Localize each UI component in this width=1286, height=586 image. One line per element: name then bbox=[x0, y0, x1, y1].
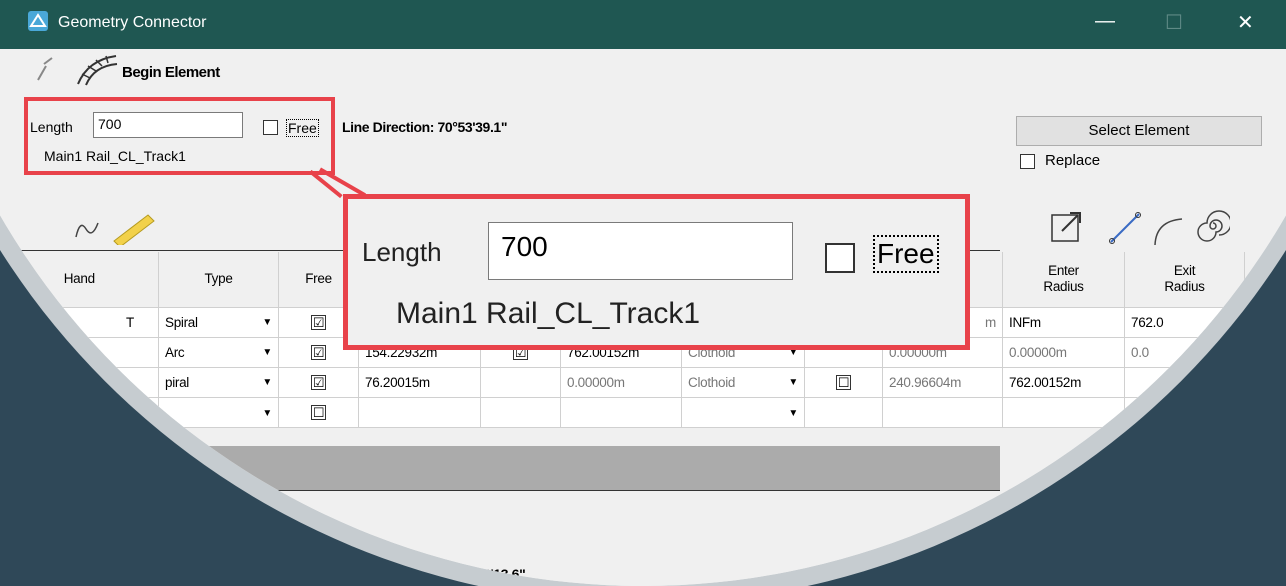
line-direction: Line Direction: 70°53'39.1" bbox=[342, 119, 508, 135]
col-enter-radius: Enter Radius bbox=[1002, 252, 1125, 307]
title-bar: Geometry Connector — ☐ ✕ bbox=[0, 0, 1286, 49]
begin-element-label: Begin Element bbox=[122, 64, 220, 81]
maximize-button[interactable]: ☐ bbox=[1165, 10, 1183, 35]
dropdown-arrow-icon: ▼ bbox=[262, 407, 272, 419]
zoom-free-label: Free bbox=[873, 235, 939, 273]
replace-checkbox[interactable] bbox=[1020, 154, 1035, 169]
select-element-button[interactable]: Select Element bbox=[1016, 116, 1262, 146]
line-icon[interactable] bbox=[1108, 211, 1142, 245]
table-empty-area bbox=[0, 446, 1000, 490]
end-line-direction: : 88°13'13.6" bbox=[448, 566, 526, 582]
minimize-button[interactable]: — bbox=[1095, 10, 1115, 33]
dropdown-arrow-icon: ▼ bbox=[788, 376, 798, 388]
highlight-box bbox=[24, 97, 335, 175]
col-type: Type bbox=[158, 252, 279, 307]
dropdown-arrow-icon: ▼ bbox=[262, 346, 272, 358]
zoom-callout: Length 700 Free Main1 Rail_CL_Track1 bbox=[343, 194, 970, 350]
window-title: Geometry Connector bbox=[58, 14, 207, 31]
col-exit-radius: Exit Radius bbox=[1124, 252, 1245, 307]
export-icon[interactable] bbox=[1050, 209, 1086, 245]
dropdown-arrow-icon: ▼ bbox=[262, 316, 272, 328]
line-tool-icon[interactable] bbox=[34, 56, 56, 82]
spiral-curve-icon[interactable] bbox=[74, 217, 104, 241]
zoom-length-label: Length bbox=[362, 237, 442, 267]
spiral-icon[interactable] bbox=[1196, 209, 1230, 243]
table-row[interactable]: ▼ ☐ ▼ bbox=[0, 396, 1245, 428]
table-row[interactable]: piral ▼ ☑ 76.20015m 0.00000m Clothoid ▼ ☐ … bbox=[0, 366, 1245, 398]
zoom-length-input: 700 bbox=[488, 222, 793, 280]
lens-window: Geometry Connector — ☐ ✕ Begin Element L… bbox=[0, 0, 1286, 586]
arc-icon[interactable] bbox=[1152, 215, 1186, 247]
zoom-element-name: Main1 Rail_CL_Track1 bbox=[396, 297, 701, 330]
dropdown-arrow-icon: ▼ bbox=[788, 407, 798, 419]
app-icon bbox=[28, 11, 48, 31]
divider bbox=[0, 490, 1000, 491]
col-hand: Hand bbox=[0, 252, 159, 307]
geometry-connector-window: Geometry Connector — ☐ ✕ Begin Element L… bbox=[0, 0, 1286, 586]
replace-label[interactable]: Replace bbox=[1045, 152, 1100, 169]
dropdown-arrow-icon: ▼ bbox=[262, 376, 272, 388]
rail-arc-icon[interactable] bbox=[74, 52, 120, 86]
screenshot-stage: Geometry Connector — ☐ ✕ Begin Element L… bbox=[0, 0, 1286, 586]
zoom-free-checkbox bbox=[825, 243, 855, 273]
begin-toolbar: Begin Element bbox=[0, 52, 1286, 92]
close-button[interactable]: ✕ bbox=[1237, 10, 1254, 35]
ruler-icon[interactable] bbox=[108, 211, 156, 245]
